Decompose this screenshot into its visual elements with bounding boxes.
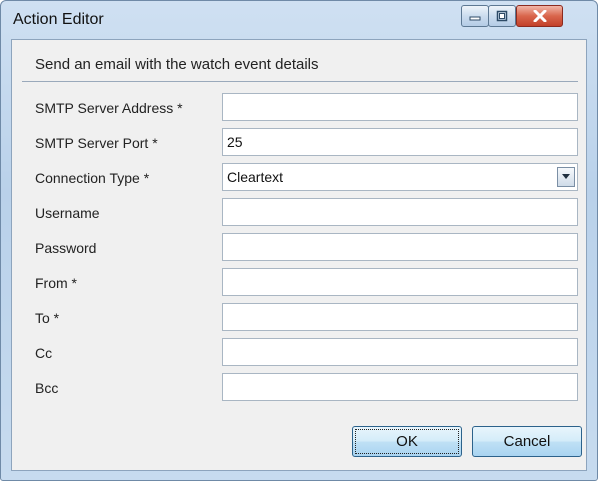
minimize-button[interactable] xyxy=(461,5,489,27)
cancel-button[interactable]: Cancel xyxy=(472,426,582,457)
cancel-button-label: Cancel xyxy=(503,433,551,450)
chevron-down-icon xyxy=(562,174,570,179)
connection-type-value: Cleartext xyxy=(227,169,284,185)
connection-type-select[interactable]: Cleartext xyxy=(222,163,578,191)
dialog-description: Send an email with the watch event detai… xyxy=(35,56,319,73)
smtp-server-address-label: SMTP Server Address * xyxy=(35,100,183,116)
ok-button[interactable]: OK xyxy=(352,426,462,457)
password-label: Password xyxy=(35,240,97,256)
username-input[interactable] xyxy=(222,198,578,226)
bcc-input[interactable] xyxy=(222,373,578,401)
cc-input[interactable] xyxy=(222,338,578,366)
smtp-server-port-input[interactable]: 25 xyxy=(222,128,578,156)
from-label: From * xyxy=(35,275,77,291)
close-icon xyxy=(533,10,546,22)
dialog-body: Send an email with the watch event detai… xyxy=(11,39,587,471)
maximize-button[interactable] xyxy=(488,5,516,27)
divider xyxy=(22,81,578,82)
password-input[interactable] xyxy=(222,233,578,261)
window-title: Action Editor xyxy=(13,11,104,28)
title-bar[interactable]: Action Editor xyxy=(1,1,597,38)
maximize-icon xyxy=(496,10,508,22)
cc-label: Cc xyxy=(35,345,53,361)
connection-type-dropdown-button[interactable] xyxy=(557,167,575,187)
close-button[interactable] xyxy=(516,5,563,27)
to-input[interactable] xyxy=(222,303,578,331)
minimize-icon xyxy=(469,16,481,21)
smtp-server-address-input[interactable] xyxy=(222,93,578,121)
connection-type-label: Connection Type * xyxy=(35,170,150,186)
smtp-server-port-label: SMTP Server Port * xyxy=(35,135,158,151)
from-input[interactable] xyxy=(222,268,578,296)
username-label: Username xyxy=(35,205,100,221)
bcc-label: Bcc xyxy=(35,380,59,396)
focus-rectangle xyxy=(355,429,459,454)
action-editor-window: Action Editor Send an email with the wat… xyxy=(0,0,598,481)
to-label: To * xyxy=(35,310,60,326)
